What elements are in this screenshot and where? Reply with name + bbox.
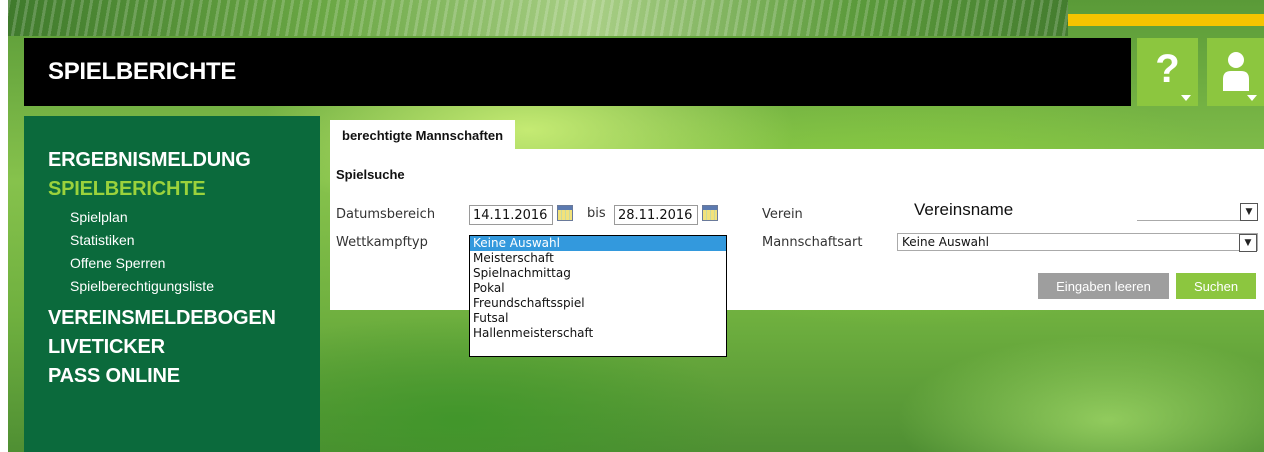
- dropdown-option-hallenmeisterschaft[interactable]: Hallenmeisterschaft: [470, 326, 726, 341]
- sidebar-item-pass-online[interactable]: PASS ONLINE: [48, 362, 320, 391]
- mannschaftsart-select[interactable]: Keine Auswahl ▼: [897, 233, 1258, 252]
- date-range-label: Datumsbereich: [336, 207, 436, 222]
- chevron-down-icon: ▼: [1239, 234, 1257, 252]
- calendar-icon[interactable]: [702, 205, 718, 221]
- wettkampftyp-dropdown[interactable]: Keine Auswahl Meisterschaft Spielnachmit…: [469, 235, 727, 357]
- help-icon: ?: [1155, 47, 1180, 91]
- verein-value: Vereinsname: [914, 200, 1014, 219]
- sidebar-subnav: Spielplan Statistiken Offene Sperren Spi…: [24, 206, 320, 298]
- user-icon: [1222, 52, 1249, 91]
- tab-berechtigte-mannschaften[interactable]: berechtigte Mannschaften: [330, 120, 516, 150]
- background-grass-banner: [8, 0, 1068, 36]
- wettkampftyp-label: Wettkampftyp: [336, 235, 428, 250]
- clear-inputs-button[interactable]: Eingaben leeren: [1038, 273, 1169, 299]
- help-button[interactable]: ?: [1137, 38, 1198, 106]
- verein-select[interactable]: ▼: [1137, 203, 1258, 221]
- mannschaftsart-label: Mannschaftsart: [762, 235, 863, 250]
- user-menu-button[interactable]: [1207, 38, 1264, 106]
- sidebar-item-ergebnismeldung[interactable]: ERGEBNISMELDUNG: [48, 146, 320, 175]
- sidebar-subitem-offene-sperren[interactable]: Offene Sperren: [70, 252, 320, 275]
- accent-bar: [1068, 14, 1264, 26]
- date-from-input[interactable]: [469, 205, 553, 225]
- dropdown-option-spielnachmittag[interactable]: Spielnachmittag: [470, 266, 726, 281]
- mannschaftsart-value: Keine Auswahl: [902, 235, 989, 249]
- chevron-down-icon: ▼: [1240, 203, 1258, 221]
- dropdown-option-pokal[interactable]: Pokal: [470, 281, 726, 296]
- bis-label: bis: [587, 206, 606, 221]
- tab-label: berechtigte Mannschaften: [342, 127, 504, 143]
- date-to-input[interactable]: [614, 205, 698, 225]
- dropdown-option-keine-auswahl[interactable]: Keine Auswahl: [470, 236, 726, 251]
- dropdown-option-meisterschaft[interactable]: Meisterschaft: [470, 251, 726, 266]
- chevron-down-icon: [1247, 95, 1257, 101]
- page-header: SPIELBERICHTE: [24, 38, 1131, 106]
- verein-label: Verein: [762, 207, 803, 222]
- sidebar-item-vereinsmeldebogen[interactable]: VEREINSMELDEBOGEN: [48, 304, 320, 333]
- sidebar-item-spielberichte[interactable]: SPIELBERICHTE: [48, 175, 320, 204]
- chevron-down-icon: [1181, 95, 1191, 101]
- sidebar-item-liveticker[interactable]: LIVETICKER: [48, 333, 320, 362]
- sidebar-subitem-spielplan[interactable]: Spielplan: [70, 206, 320, 229]
- search-button[interactable]: Suchen: [1176, 273, 1256, 299]
- dropdown-option-freundschaftsspiel[interactable]: Freundschaftsspiel: [470, 296, 726, 311]
- sidebar-subitem-statistiken[interactable]: Statistiken: [70, 229, 320, 252]
- page-title: SPIELBERICHTE: [48, 58, 237, 85]
- dropdown-option-futsal[interactable]: Futsal: [470, 311, 726, 326]
- sidebar-subitem-spielberechtigungsliste[interactable]: Spielberechtigungsliste: [70, 275, 320, 298]
- section-title: Spielsuche: [336, 167, 405, 182]
- sidebar-nav: ERGEBNISMELDUNG SPIELBERICHTE Spielplan …: [24, 116, 320, 452]
- calendar-icon[interactable]: [557, 205, 573, 221]
